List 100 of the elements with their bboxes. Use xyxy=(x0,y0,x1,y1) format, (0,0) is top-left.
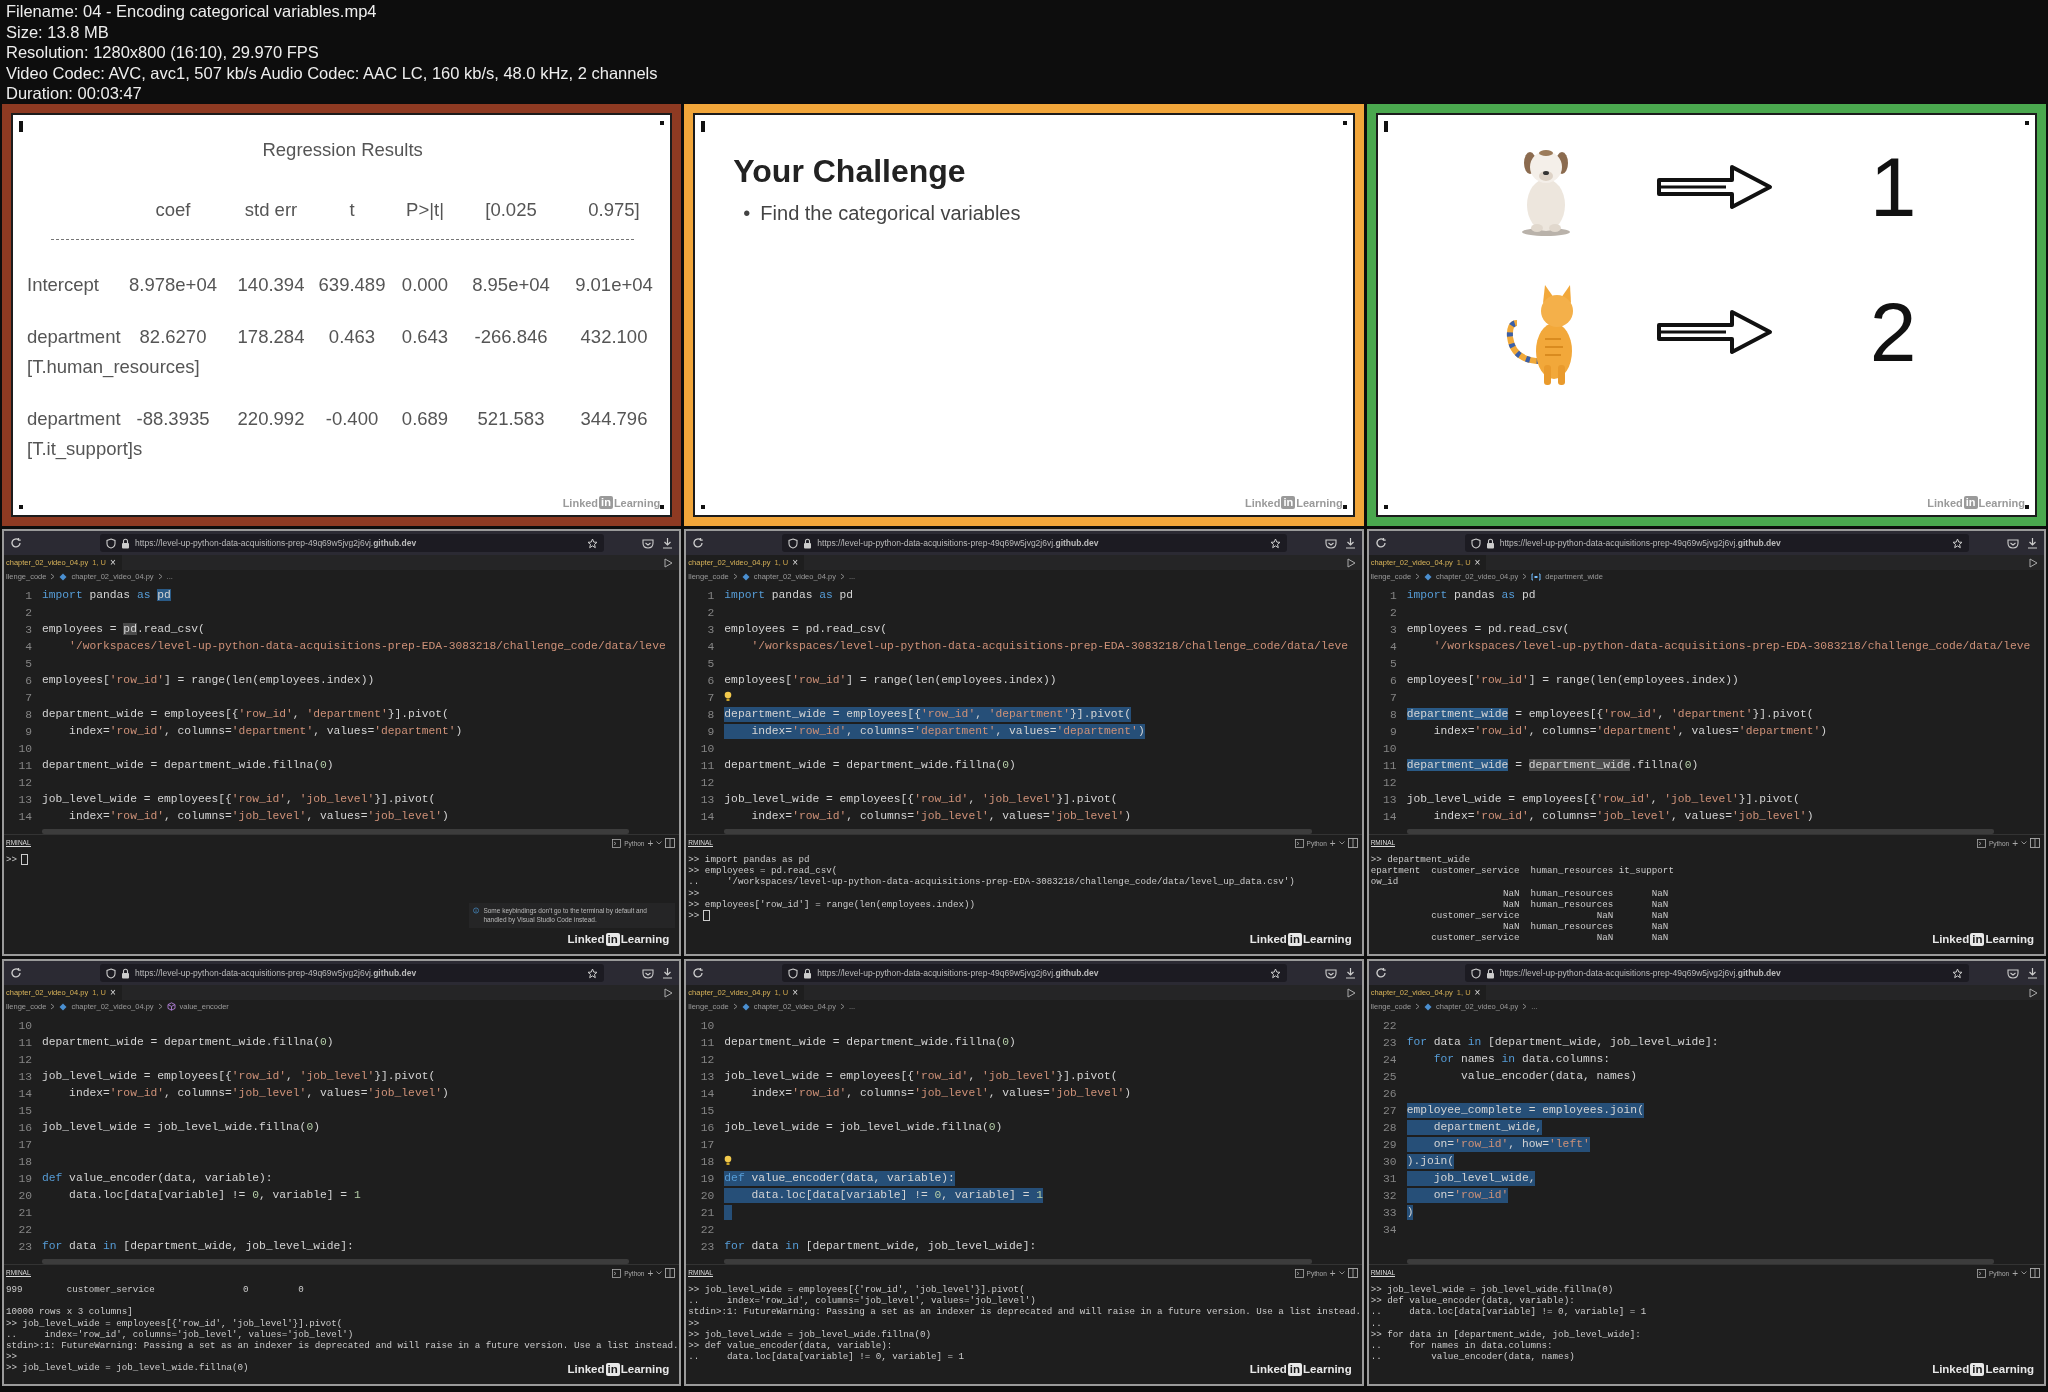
terminal-line: .. index='row_id', columns='job_level', values='job_level') xyxy=(6,1328,354,1340)
inbox-icon[interactable] xyxy=(2007,537,2019,549)
add-terminal-button[interactable]: + xyxy=(1329,1267,1336,1279)
split-icon[interactable] xyxy=(1347,1268,1358,1278)
scrollbar[interactable] xyxy=(724,1259,1312,1264)
line-number: 15 xyxy=(699,1104,716,1117)
download-icon[interactable] xyxy=(662,967,674,979)
split-icon[interactable] xyxy=(665,1268,676,1278)
close-button[interactable]: × xyxy=(1474,557,1481,568)
address-bar[interactable]: https://level-up-python-data-acquisitions-prep-49q69w5jvg2j6vj.github.dev xyxy=(100,534,605,552)
reload-icon[interactable] xyxy=(1374,537,1387,549)
split-icon[interactable] xyxy=(665,838,676,848)
star-icon[interactable] xyxy=(1952,537,1963,549)
add-terminal-button[interactable]: + xyxy=(2012,1267,2018,1279)
arrow-icon xyxy=(1655,307,1774,357)
close-button[interactable]: × xyxy=(792,557,799,568)
star-icon[interactable] xyxy=(1952,967,1963,979)
star-icon[interactable] xyxy=(1269,967,1281,979)
lightbulb-icon[interactable] xyxy=(724,1155,733,1166)
column-header: P>|t| xyxy=(405,199,445,221)
terminal-line: stdin>:1: FutureWarning: Passing a set as an indexer is deprecated and will raise in a future version. Use a list instead. xyxy=(688,1306,1361,1318)
star-icon[interactable] xyxy=(587,967,599,979)
logo-badge: in xyxy=(1281,496,1296,509)
caret-icon[interactable] xyxy=(2021,841,2027,845)
lightbulb-icon[interactable] xyxy=(724,691,733,702)
inbox-icon[interactable] xyxy=(2007,967,2019,979)
split-icon[interactable] xyxy=(1347,838,1358,848)
download-icon[interactable] xyxy=(662,537,674,549)
close-button[interactable]: × xyxy=(109,557,116,568)
inbox-icon[interactable] xyxy=(1324,537,1337,549)
address-bar[interactable]: https://level-up-python-data-acquisitions-prep-49q69w5jvg2j6vj.github.dev xyxy=(100,964,605,982)
reload-icon[interactable] xyxy=(692,967,705,979)
terminal-line: .. data.loc[data[variable] != 0, variable] = 1 xyxy=(688,1351,964,1363)
caret-icon[interactable] xyxy=(1338,841,1345,845)
row-label: department xyxy=(27,408,119,430)
close-button[interactable]: × xyxy=(109,987,116,998)
caret-icon[interactable] xyxy=(2021,1271,2027,1275)
scrollbar[interactable] xyxy=(1406,1259,1994,1264)
address-bar[interactable]: https://level-up-python-data-acquisitions-prep-49q69w5jvg2j6vj.github.dev xyxy=(1464,964,1969,982)
code-line: job_level_wide = job_level_wide.fillna(0) xyxy=(724,1120,1003,1135)
terminal-line: >> for data in [department_wide, job_level_wide]: xyxy=(1370,1328,1641,1340)
inbox-icon[interactable] xyxy=(642,537,655,549)
run-icon[interactable] xyxy=(664,557,674,568)
download-icon[interactable] xyxy=(1344,967,1356,979)
add-terminal-button[interactable]: + xyxy=(2012,837,2018,849)
caret-icon[interactable] xyxy=(1338,1271,1345,1275)
scrollbar[interactable] xyxy=(724,829,1312,834)
caret-icon[interactable] xyxy=(656,841,663,845)
caret-icon[interactable] xyxy=(656,1271,663,1275)
run-icon[interactable] xyxy=(664,987,674,998)
code-line: department_wide = department_wide.fillna(0) xyxy=(42,758,334,773)
terminal-line: .. xyxy=(1370,1317,1382,1329)
inbox-icon[interactable] xyxy=(1324,967,1337,979)
terminal-icon xyxy=(1976,838,1986,848)
url-text: https://level-up-python-data-acquisitions-prep-49q69w5jvg2j6vj.github.dev xyxy=(1499,968,1781,978)
download-icon[interactable] xyxy=(2027,537,2038,549)
scrollbar[interactable] xyxy=(42,1259,630,1264)
terminal-line: NaN human_resources NaN xyxy=(1501,898,1669,910)
reload-icon[interactable] xyxy=(10,537,22,549)
terminal-line: >> job_level_wide = job_level_wide.fillna(0) xyxy=(6,1362,249,1374)
code-line: index='row_id', columns='job_level', values='job_level') xyxy=(750,809,1132,824)
address-bar[interactable]: https://level-up-python-data-acquisitions-prep-49q69w5jvg2j6vj.github.dev xyxy=(1464,534,1969,552)
add-terminal-button[interactable]: + xyxy=(647,837,654,849)
split-icon[interactable] xyxy=(2030,1268,2040,1278)
reload-icon[interactable] xyxy=(1374,967,1387,979)
lock-icon xyxy=(803,967,813,979)
column-header: [0.025 xyxy=(484,199,538,221)
chevron-icon xyxy=(839,573,845,580)
url-text: https://level-up-python-data-acquisitions-prep-49q69w5jvg2j6vj.github.dev xyxy=(1499,538,1781,548)
split-icon[interactable] xyxy=(2030,838,2040,848)
star-icon[interactable] xyxy=(587,537,599,549)
scrollbar[interactable] xyxy=(42,829,630,834)
run-icon[interactable] xyxy=(2029,987,2038,998)
star-icon[interactable] xyxy=(1269,537,1281,549)
line-number: 11 xyxy=(17,759,33,772)
download-icon[interactable] xyxy=(1344,537,1356,549)
close-button[interactable]: × xyxy=(1474,987,1481,998)
line-number: 19 xyxy=(17,1172,33,1185)
close-button[interactable]: × xyxy=(792,987,799,998)
address-bar[interactable]: https://level-up-python-data-acquisitions-prep-49q69w5jvg2j6vj.github.dev xyxy=(782,964,1287,982)
scrollbar[interactable] xyxy=(1406,829,1994,834)
file-info-line: Video Codec: AVC, avc1, 507 kb/s Audio Codec: AAC LC, 160 kb/s, 48.0 kHz, 2 channels xyxy=(6,62,659,84)
download-icon[interactable] xyxy=(2027,967,2038,979)
python-file-icon xyxy=(1424,572,1433,581)
line-number: 10 xyxy=(17,1019,33,1032)
run-icon[interactable] xyxy=(1346,557,1356,568)
row-label: [T.it_support]s xyxy=(27,438,144,460)
add-terminal-button[interactable]: + xyxy=(1329,837,1336,849)
run-icon[interactable] xyxy=(1346,987,1356,998)
line-number: 24 xyxy=(1382,1053,1398,1066)
inbox-icon[interactable] xyxy=(642,967,655,979)
table-cell-text: 8.978e+04 xyxy=(128,274,218,296)
run-icon[interactable] xyxy=(2029,557,2038,568)
address-bar[interactable]: https://level-up-python-data-acquisitions-prep-49q69w5jvg2j6vj.github.dev xyxy=(782,534,1287,552)
add-terminal-button[interactable]: + xyxy=(647,1267,654,1279)
code-line: for data in [department_wide, job_level_wide]: xyxy=(1406,1035,1719,1050)
logo-badge: in xyxy=(605,1362,620,1376)
line-number: 23 xyxy=(17,1240,33,1253)
reload-icon[interactable] xyxy=(692,537,705,549)
reload-icon[interactable] xyxy=(10,967,22,979)
